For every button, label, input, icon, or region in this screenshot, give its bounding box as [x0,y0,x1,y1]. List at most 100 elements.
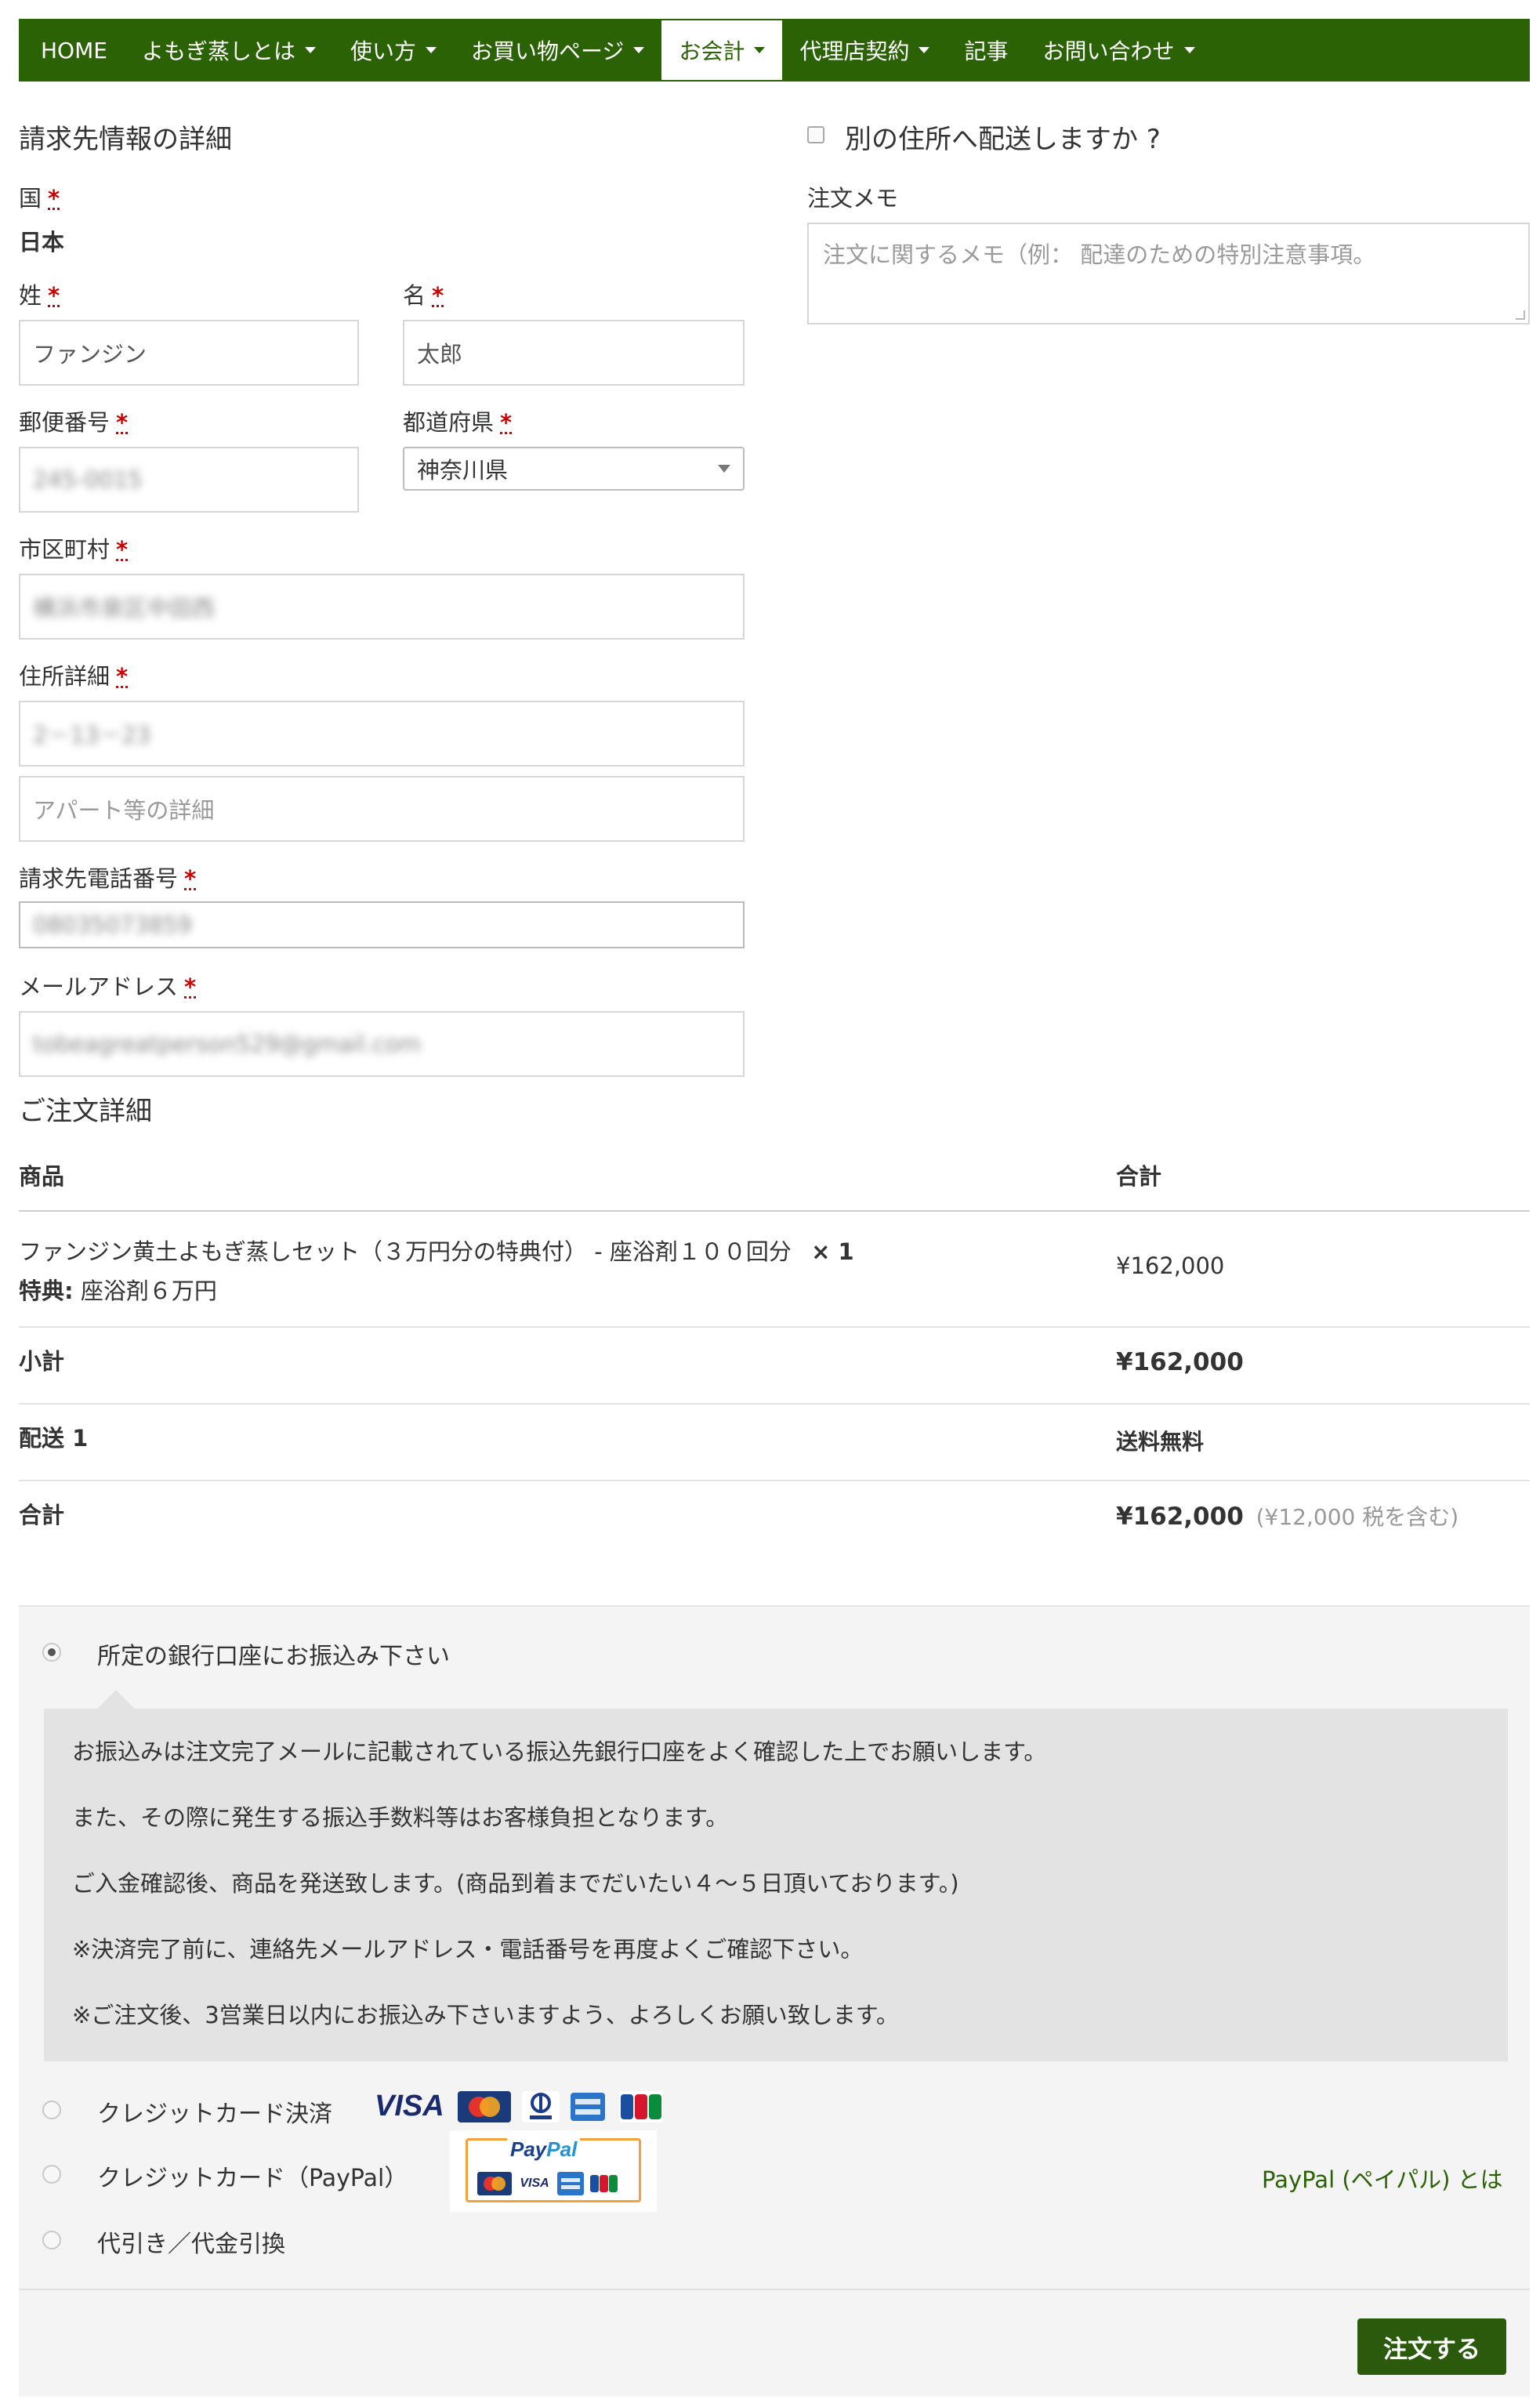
nav-item-usage[interactable]: 使い方 [333,19,454,82]
paypal-label[interactable]: クレジットカード（PayPal） [97,2159,408,2193]
nav-item-articles[interactable]: 記事 [947,19,1025,82]
address-field[interactable]: 2－13－23 [19,701,745,767]
nav-item-shop[interactable]: お買い物ページ [454,19,661,82]
description-line: また、その際に発生する振込手数料等はお客様負担となります。 [72,1804,729,1831]
radio-credit-card[interactable] [42,2101,61,2119]
nav-label: お買い物ページ [470,38,625,64]
nav-item-checkout[interactable]: お会計 [661,20,783,80]
field-value: 245-0015 [33,466,143,493]
radio-paypal[interactable] [42,2165,61,2184]
bank-transfer-label[interactable]: 所定の銀行口座にお振込み下さい [97,1637,450,1671]
required-mark: * [48,282,60,309]
email-label: メールアドレス * [19,969,196,1002]
description-line: ※ご注文後、3営業日以内にお振込み下さいますよう、よろしくお願い致します。 [72,2002,899,2028]
country-label: 国 * [19,180,60,213]
jcb-mini-icon [589,2172,620,2195]
paypal-logo-icon: PayPal VISA [450,2130,657,2212]
diners-logo-icon [522,2091,560,2122]
visa-mini-text: VISA [520,2177,549,2190]
prefecture-select[interactable]: 神奈川県 [403,447,745,491]
item-meta-value: 座浴剤６万円 [80,1278,217,1304]
column-header-total: 合計 [1116,1163,1162,1190]
item-name: ファンジン黄土よもぎ蒸しセット（３万円分の特典付） - 座浴剤１００回分 × 1 [19,1234,854,1267]
subtotal-value: ¥162,000 [1116,1348,1244,1376]
radio-cash-on-delivery[interactable] [42,2231,61,2249]
description-line: ご入金確認後、商品を発送致します。(商品到着までだいたい４～５日頂いております。… [72,1870,959,1897]
nav-item-home[interactable]: HOME [24,19,125,82]
last-name-label: 姓 * [19,277,60,310]
nav-label: 代理店契約 [799,38,910,64]
description-line: ※決済完了前に、連絡先メールアドレス・電話番号を再度よくご確認下さい。 [72,1936,864,1963]
city-field[interactable]: 横浜市泉区中田西 [19,574,745,640]
nav-item-contact[interactable]: お問い合わせ [1025,19,1212,82]
field-placeholder: アパート等の詳細 [33,797,215,824]
paypal-frame: PayPal VISA [466,2137,641,2202]
paypal-word-pal: Pal [546,2137,578,2161]
billing-heading: 請求先情報の詳細 [19,124,232,155]
caret-down-icon [304,47,316,53]
amex-mini-icon [557,2172,584,2195]
first-name-label: 名 * [403,277,444,310]
table-divider [19,1403,1530,1405]
column-header-product: 商品 [19,1163,65,1190]
postcode-field[interactable]: 245-0015 [19,447,359,513]
label-text: メールアドレス [19,973,179,1000]
field-value: 2－13－23 [33,722,151,749]
phone-field[interactable]: 08035073859 [19,901,745,948]
total-value-group: ¥162,000 (¥12,000 税を含む) [1116,1500,1458,1532]
nav-label: お会計 [679,38,745,64]
item-quantity: × 1 [811,1238,854,1265]
last-name-field[interactable]: ファンジン [19,320,359,386]
item-total: ¥162,000 [1116,1252,1225,1279]
ship-different-label[interactable]: 別の住所へ配送しますか ? [845,118,1161,156]
label-text: 国 [19,185,42,212]
item-meta: 特典: 座浴剤６万円 [19,1273,217,1306]
select-value: 神奈川県 [417,457,509,484]
place-order-button[interactable]: 注文する [1357,2318,1506,2375]
mastercard-mini-icon [477,2172,512,2195]
first-name-field[interactable]: 太郎 [403,320,745,386]
required-mark: * [184,865,197,892]
shipping-label: 配送 1 [19,1425,89,1452]
field-value: 08035073859 [33,912,192,938]
table-divider [19,1326,1530,1328]
nav-item-agency[interactable]: 代理店契約 [782,19,947,82]
nav-item-about-yomogi[interactable]: よもぎ蒸しとは [125,19,333,82]
email-field[interactable]: tobeagreatperson529@gmail.com [19,1011,745,1077]
nav-label: お問い合わせ [1042,38,1175,64]
caret-down-icon [919,47,930,53]
resize-handle-icon[interactable] [1516,310,1525,320]
address2-field[interactable]: アパート等の詳細 [19,776,745,842]
nav-label: 記事 [964,38,1009,64]
required-mark: * [48,185,60,212]
paypal-wordmark: PayPal [507,2137,581,2162]
payment-divider [19,2289,1530,2290]
order-notes-textarea[interactable]: 注文に関するメモ（例： 配達のための特別注意事項。 [807,223,1530,324]
required-mark: * [116,409,129,436]
label-text: 名 [403,282,426,309]
label-text: 請求先電話番号 [19,865,179,892]
what-is-paypal-link[interactable]: PayPal (ペイパル) とは [1262,2162,1503,2195]
credit-card-label[interactable]: クレジットカード決済 [97,2094,332,2129]
nav-label: よもぎ蒸しとは [141,38,295,64]
total-label: 合計 [19,1502,65,1528]
country-value: 日本 [19,229,65,256]
field-value: tobeagreatperson529@gmail.com [33,1031,422,1057]
mastercard-logo-icon [458,2091,511,2122]
field-value: 太郎 [417,341,463,368]
field-value: 横浜市泉区中田西 [33,595,216,622]
textarea-placeholder: 注文に関するメモ（例： 配達のための特別注意事項。 [823,241,1376,268]
radio-bank-transfer[interactable] [42,1643,61,1662]
order-heading: ご注文詳細 [19,1096,152,1127]
order-notes-label: 注文メモ [807,185,899,212]
description-pointer [97,1690,135,1709]
item-meta-label: 特典: [19,1278,74,1304]
field-value: ファンジン [33,341,147,368]
required-mark: * [432,282,444,309]
cod-label[interactable]: 代引き／代金引換 [97,2224,285,2259]
total-value: ¥162,000 [1116,1503,1244,1531]
caret-down-icon [1183,47,1195,53]
nav-label: 使い方 [350,38,416,64]
main-navigation: HOME よもぎ蒸しとは 使い方 お買い物ページ お会計 代理店契約 記事 お問… [19,19,1530,82]
ship-different-checkbox[interactable] [807,126,824,143]
